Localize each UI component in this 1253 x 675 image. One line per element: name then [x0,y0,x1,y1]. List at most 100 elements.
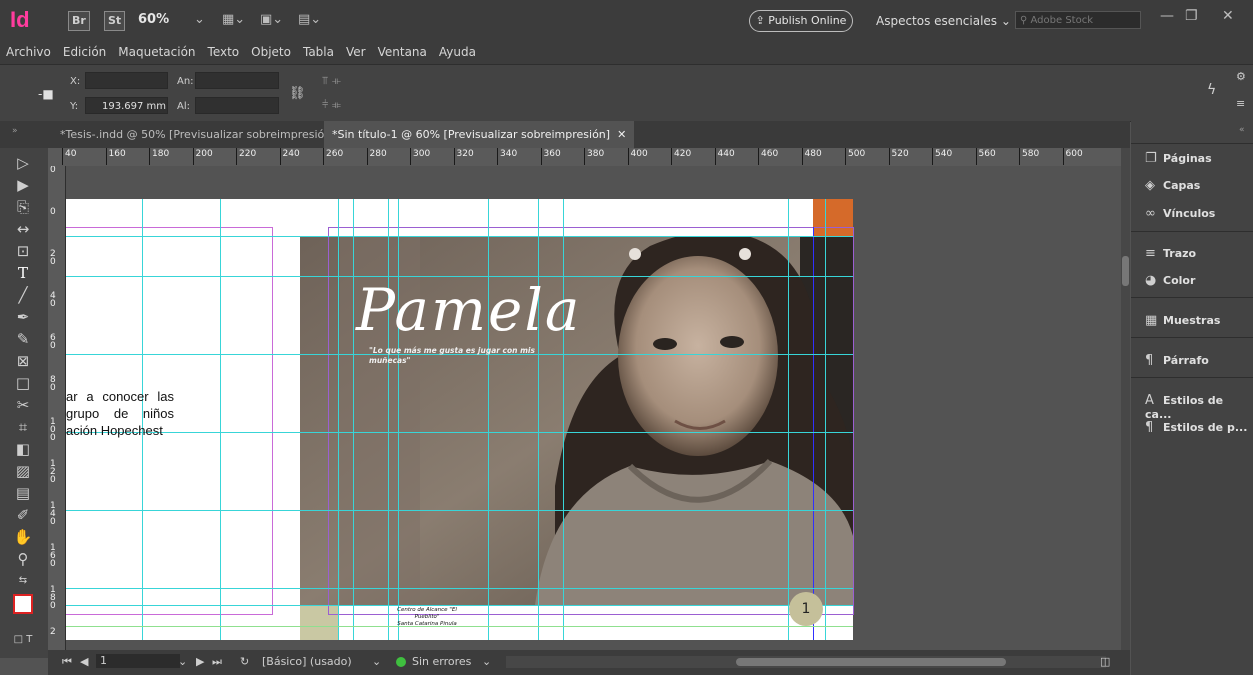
split-window-icon[interactable]: ◫ [1100,655,1110,668]
line-tool-icon[interactable]: ╱ [10,285,36,305]
prev-page-icon[interactable]: ◀ [80,655,88,668]
menu-texto[interactable]: Texto [202,45,246,59]
free-transform-tool-icon[interactable]: ⌗ [10,417,36,437]
close-icon[interactable]: ✕ [1222,8,1234,24]
document-canvas[interactable]: Pamela "Lo que más me gusta es jugar con… [66,166,1121,650]
menu-objeto[interactable]: Objeto [245,45,297,59]
photo-credit[interactable]: Centro de Alcance "El Pueblito" Santa Ca… [384,607,470,628]
x-field[interactable] [85,72,168,89]
publish-online-button[interactable]: ⇪ Publish Online [749,10,853,32]
eyedropper-tool-icon[interactable]: ✐ [10,505,36,525]
tab-tesis[interactable]: *Tesis-.indd @ 50% [Previsualizar sobrei… [52,121,360,148]
vertical-scroll-thumb[interactable] [1122,256,1129,286]
panel-character-styles[interactable]: A Estilos de ca... [1145,393,1253,421]
column-guide[interactable] [538,199,539,640]
first-page-icon[interactable]: ⏮ [62,655,72,669]
page-number-marker[interactable]: 1 [789,592,823,626]
collapse-panels-icon[interactable]: « [1239,125,1245,135]
bridge-button[interactable]: Br [68,11,90,31]
height-field[interactable] [195,97,279,114]
pen-tool-icon[interactable]: ✒ [10,307,36,327]
tab-sin-titulo[interactable]: *Sin título-1 @ 60% [Previsualizar sobre… [324,121,635,148]
gradient-feather-tool-icon[interactable]: ▨ [10,461,36,481]
menu-tabla[interactable]: Tabla [297,45,340,59]
selection-tool-icon[interactable]: ▷ [10,153,36,173]
panel-swatches[interactable]: ▦ Muestras [1145,313,1220,328]
vertical-scrollbar[interactable] [1121,148,1130,650]
horizontal-scrollbar[interactable] [506,656,1106,668]
row-guide[interactable] [66,605,853,606]
column-guide[interactable] [788,199,789,640]
pencil-tool-icon[interactable]: ✎ [10,329,36,349]
column-guide[interactable] [488,199,489,640]
arrange-documents-icon[interactable]: ▤⌄ [298,12,321,27]
apply-color-icon[interactable]: □ T [10,630,36,650]
tab-close-icon[interactable]: ✕ [617,128,626,141]
menu-ayuda[interactable]: Ayuda [433,45,482,59]
minimize-icon[interactable]: — [1160,8,1174,24]
quick-apply-icon[interactable]: ϟ [1207,82,1216,98]
note-tool-icon[interactable]: ▤ [10,483,36,503]
page-tool-icon[interactable]: ⎘ [10,197,36,217]
column-guide[interactable] [338,199,339,640]
workspace-selector[interactable]: Aspectos esenciales ⌄ [876,14,1011,28]
row-guide[interactable] [66,236,853,237]
last-page-icon[interactable]: ⏭ [212,655,222,669]
column-guide[interactable] [388,199,389,640]
column-guide[interactable] [353,199,354,640]
type-tool-icon[interactable]: T [10,263,36,283]
distribute-icon[interactable]: ⫩ ⟚ [322,98,341,112]
view-options-icon[interactable]: ▦⌄ [222,12,245,27]
next-page-icon[interactable]: ▶ [196,655,204,668]
panel-stroke[interactable]: ≡ Trazo [1145,246,1196,261]
screen-mode-icon[interactable]: ▣⌄ [260,12,283,27]
menu-ver[interactable]: Ver [340,45,372,59]
restore-icon[interactable]: ❐ [1185,8,1198,24]
panel-pages[interactable]: ❐ Páginas [1145,151,1212,166]
row-guide[interactable] [66,432,853,433]
panel-paragraph-styles[interactable]: ¶ Estilos de p... [1145,420,1247,435]
swap-colors-icon[interactable]: ⇆ [10,571,36,591]
zoom-tool-icon[interactable]: ⚲ [10,549,36,569]
collapse-toolbar-icon[interactable]: » [12,126,18,136]
menu-ventana[interactable]: Ventana [372,45,433,59]
column-guide[interactable] [563,199,564,640]
title-pamela[interactable]: Pamela [356,276,581,344]
column-guide[interactable] [220,199,221,640]
panel-links[interactable]: ∞ Vínculos [1145,206,1215,221]
align-icon[interactable]: ⫪ ⟛ [322,74,341,88]
open-page-icon[interactable]: ↻ [240,655,249,668]
gear-icon[interactable]: ⚙ [1236,70,1246,83]
zoom-dropdown-icon[interactable]: ⌄ [194,12,205,27]
column-guide[interactable] [398,199,399,640]
preflight-status[interactable]: Sin errores [412,655,471,668]
page-number-field[interactable]: 1 [96,654,180,668]
menu-maquetacion[interactable]: Maquetación [112,45,201,59]
gradient-swatch-tool-icon[interactable]: ◧ [10,439,36,459]
menu-edicion[interactable]: Edición [57,45,112,59]
row-guide[interactable] [66,510,853,511]
y-field[interactable]: 193.697 mm [85,97,168,114]
direct-selection-tool-icon[interactable]: ▶ [10,175,36,195]
panel-color[interactable]: ◕ Color [1145,273,1195,288]
column-guide[interactable] [825,199,826,640]
horizontal-scroll-thumb[interactable] [736,658,1006,666]
horizontal-ruler[interactable]: 40 160 180 200 220 240 260 280 300 320 340 360 380 40… [48,148,1130,167]
panel-layers[interactable]: ◈ Capas [1145,178,1200,193]
panel-menu-icon[interactable]: ≡ [1236,97,1245,110]
hand-tool-icon[interactable]: ✋ [10,527,36,547]
width-field[interactable] [195,72,279,89]
adobe-stock-search-input[interactable]: ⚲ Adobe Stock [1015,11,1141,29]
body-text-frame[interactable]: ar a conocer las grupo de niños ación Ho… [66,388,174,439]
menu-archivo[interactable]: Archivo [0,45,57,59]
quote-text[interactable]: "Lo que más me gusta es jugar con mis mu… [369,346,549,366]
gap-tool-icon[interactable]: ↔ [10,219,36,239]
scissors-tool-icon[interactable]: ✂ [10,395,36,415]
fill-stroke-icon[interactable] [10,594,36,614]
row-guide[interactable] [66,588,853,589]
constrain-proportions-icon[interactable]: ⛓ [289,86,306,101]
stock-button[interactable]: St [104,11,126,31]
style-dropdown-icon[interactable]: ⌄ [372,655,381,668]
rectangle-frame-tool-icon[interactable]: ⊠ [10,351,36,371]
rectangle-tool-icon[interactable]: □ [10,373,36,393]
